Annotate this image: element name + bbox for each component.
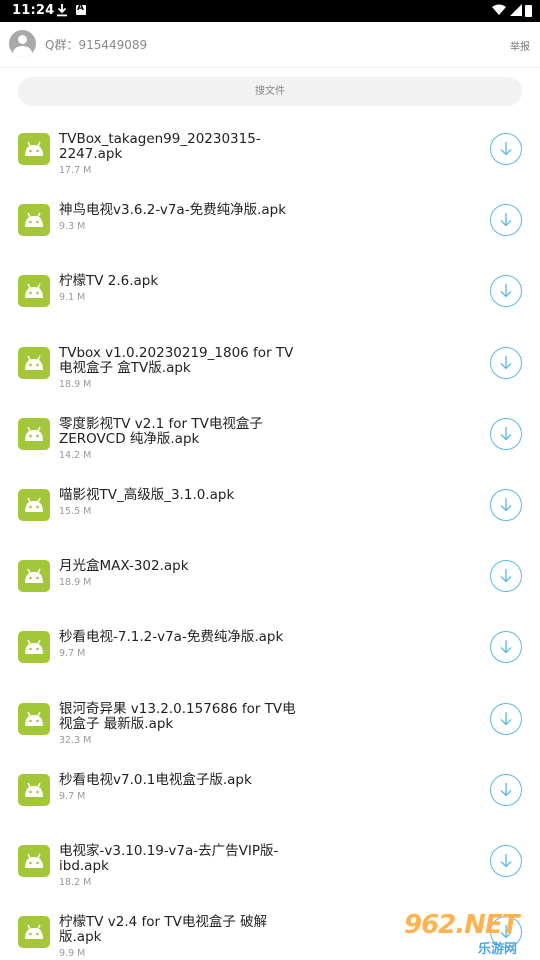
list-item[interactable]: 神鸟电视v3.6.2-v7a-免费纯净版.apk 9.3 M [0,185,540,256]
list-item[interactable]: 银河奇异果 v13.2.0.157686 for TV电视盒子 最新版.apk 3… [0,684,540,755]
list-item[interactable]: 柠檬TV 2.6.apk 9.1 M [0,256,540,327]
android-app-icon [18,488,50,521]
download-button[interactable] [490,702,522,735]
android-app-icon [18,275,50,308]
list-item[interactable]: 零度影视TV v2.1 for TV电视盒子ZEROVCD 纯净版.apk 14.… [0,399,540,470]
android-app-icon [18,346,50,379]
file-name: 秒看电视-7.1.2-v7a-免费纯净版.apk [59,629,284,646]
wifi-icon [492,4,506,15]
file-size: 15.5 M [59,505,92,517]
download-button[interactable] [490,204,522,237]
status-time: 11:24 [12,3,55,18]
download-button[interactable] [490,773,522,806]
file-name: 秒看电视v7.0.1电视盒子版.apk [59,771,252,788]
file-name: 柠檬TV 2.6.apk [59,273,159,290]
file-size: 17.7 M [59,165,92,176]
download-arrow-icon [500,497,512,512]
file-size: 9.7 M [59,648,86,660]
download-button[interactable] [490,488,522,521]
download-button[interactable] [490,560,522,593]
file-size: 18.9 M [59,378,92,390]
download-button[interactable] [490,346,522,379]
download-arrow-icon [500,853,512,868]
android-app-icon [18,417,50,450]
watermark-logo: 962.NET 乐游网 [400,910,535,957]
android-app-icon [18,844,50,877]
download-button[interactable] [490,844,522,877]
download-button[interactable] [490,631,522,664]
file-size: 18.9 M [59,577,92,589]
download-icon [57,4,67,17]
signal-icon [510,4,522,16]
android-app-icon [18,773,50,806]
watermark-top-text: 962.NET [404,910,519,940]
file-size: 9.1 M [59,292,86,304]
download-arrow-icon [500,355,512,369]
list-item[interactable]: 喵影视TV_高级版_3.1.0.apk 15.5 M [0,470,540,541]
file-size: 9.3 M [59,221,86,233]
download-arrow-icon [500,142,512,156]
file-name: 电视家-v3.10.19-v7a-去广告VIP版-ibd.apk [59,842,279,874]
file-name: 喵影视TV_高级版_3.1.0.apk [59,486,235,503]
download-button[interactable] [490,417,522,450]
qq-group-text: Q群：915449089 [45,38,148,52]
file-name: 柠檬TV v2.4 for TV电视盒子 破解版.apk [59,914,268,946]
download-arrow-icon [500,569,512,583]
list-item[interactable]: TVbox v1.0.20230219_1806 for TV电视盒子 盒TV版… [0,328,540,399]
file-name: TVBox_takagen99_20230315-2247.apk [59,131,261,162]
search-input[interactable]: 搜文件 [18,77,522,106]
list-item[interactable]: 秒看电视v7.0.1电视盒子版.apk 9.7 M [0,755,540,826]
header: Q群：915449089 举报 [0,22,540,68]
download-arrow-icon [500,284,512,298]
report-button[interactable]: 举报 [510,38,530,53]
download-arrow-icon [500,213,512,227]
file-size: 9.9 M [59,948,86,960]
file-size: 18.2 M [59,876,92,888]
file-name: 零度影视TV v2.1 for TV电视盒子ZEROVCD 纯净版.apk [59,415,263,447]
avatar-head [18,35,27,44]
file-name: 神鸟电视v3.6.2-v7a-免费纯净版.apk [59,202,287,219]
list-item[interactable]: TVBox_takagen99_20230315-2247.apk 17.7 M [0,114,540,185]
android-app-icon [18,916,50,949]
a-icon [76,3,86,15]
file-size: 9.7 M [59,790,86,802]
download-arrow-icon [500,711,512,725]
download-arrow-icon [500,782,512,797]
android-app-icon [18,702,50,735]
download-button[interactable] [490,133,522,165]
watermark-bottom-text: 乐游网 [478,942,518,957]
battery-icon [525,5,532,17]
list-item[interactable]: 电视家-v3.10.19-v7a-去广告VIP版-ibd.apk 18.2 M [0,826,540,897]
file-name: 月光盒MAX-302.apk [59,558,189,575]
avatar[interactable] [9,30,36,57]
status-bar: 11:24 [0,0,540,22]
file-name: 银河奇异果 v13.2.0.157686 for TV电视盒子 最新版.apk [59,700,296,732]
file-size: 14.2 M [59,449,92,461]
file-list: TVBox_takagen99_20230315-2247.apk 17.7 M 神… [0,114,540,960]
avatar-body [13,46,32,57]
android-app-icon [18,133,50,165]
file-name: TVbox v1.0.20230219_1806 for TV电视盒子 盒TV版… [59,344,294,376]
list-item[interactable]: 秒看电视-7.1.2-v7a-免费纯净版.apk 9.7 M [0,612,540,683]
android-app-icon [18,631,50,664]
list-item[interactable]: 月光盒MAX-302.apk 18.9 M [0,541,540,612]
download-arrow-icon [500,426,512,441]
download-arrow-icon [500,640,512,654]
android-app-icon [18,560,50,593]
android-app-icon [18,204,50,237]
download-button[interactable] [490,275,522,308]
file-size: 32.3 M [59,734,92,746]
